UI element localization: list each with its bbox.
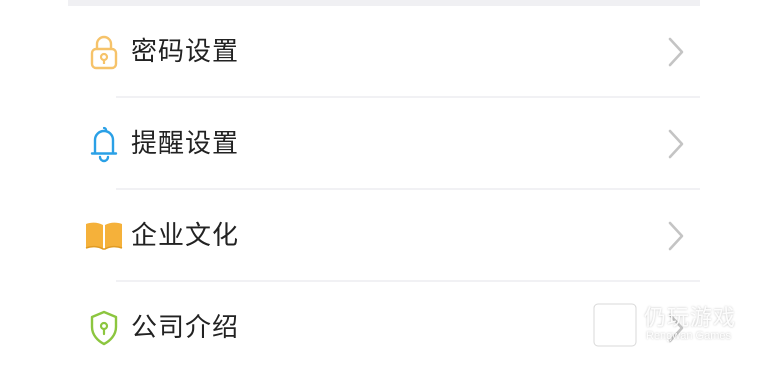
chevron-right-icon <box>668 37 684 67</box>
menu-item-label: 提醒设置 <box>131 129 240 159</box>
bell-icon <box>84 124 124 164</box>
menu-item-reminder-settings[interactable]: 提醒设置 <box>0 98 768 190</box>
book-icon <box>84 216 124 256</box>
menu-item-password-settings[interactable]: 密码设置 <box>0 6 768 98</box>
menu-item-company-profile[interactable]: 公司介绍 <box>0 282 768 374</box>
shield-icon <box>84 308 124 348</box>
lock-icon <box>84 32 124 72</box>
chevron-right-icon <box>668 129 684 159</box>
settings-menu-list: 密码设置 提醒设置 企业文化 公司介绍 <box>0 6 768 374</box>
menu-item-label: 公司介绍 <box>131 313 240 343</box>
menu-item-label: 密码设置 <box>131 37 240 67</box>
menu-item-label: 企业文化 <box>131 221 240 251</box>
menu-item-corporate-culture[interactable]: 企业文化 <box>0 190 768 282</box>
chevron-right-icon <box>668 313 684 343</box>
chevron-right-icon <box>668 221 684 251</box>
